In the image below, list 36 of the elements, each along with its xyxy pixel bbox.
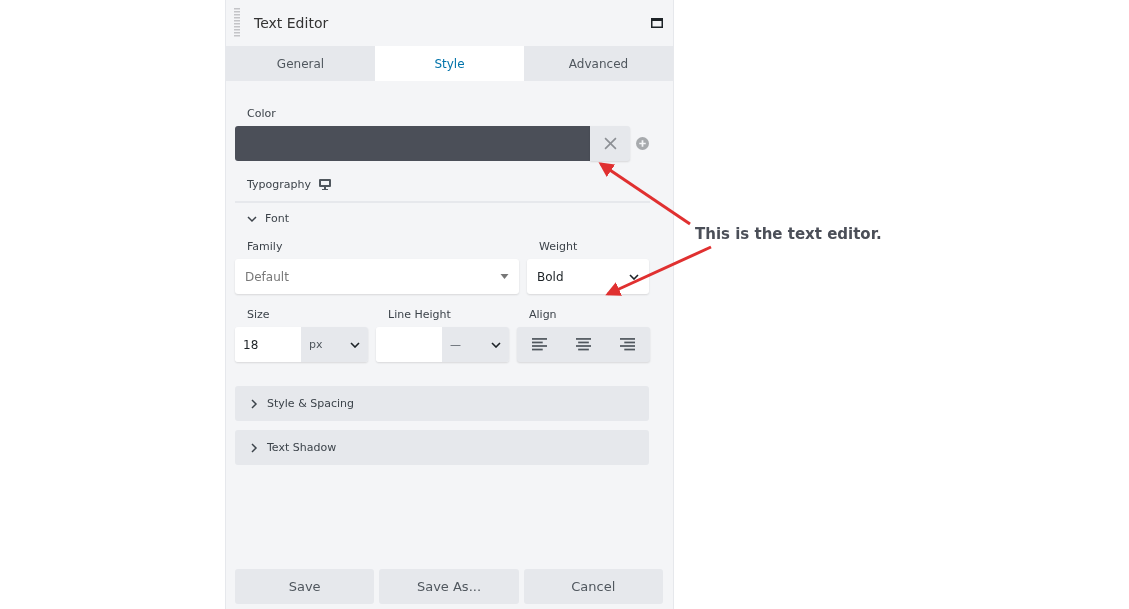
accordion-header[interactable]: Text Shadow (235, 430, 649, 465)
unit-select[interactable]: — (442, 327, 509, 362)
annotation-text: This is the text editor. (695, 225, 882, 243)
footer-button[interactable]: Cancel (523, 569, 663, 604)
footer-button[interactable]: Save As... (379, 569, 519, 604)
unit-select[interactable]: px (301, 327, 368, 362)
weight-select[interactable]: Bold (527, 259, 649, 294)
desktop-icon[interactable] (318, 179, 331, 190)
caret-icon (491, 341, 501, 348)
tab[interactable]: General (226, 46, 375, 81)
panel-title: Text Editor (254, 15, 330, 31)
window-icon[interactable] (651, 18, 663, 28)
footer-button[interactable]: Save (235, 569, 375, 604)
align-left-icon (531, 338, 547, 351)
accordion-header[interactable]: Style & Spacing (235, 386, 649, 421)
font-toggle[interactable]: Font (235, 203, 301, 234)
caret-icon (629, 273, 639, 280)
align-right-icon (620, 338, 636, 351)
field-label: Family (246, 240, 284, 253)
line-height-input[interactable] (376, 327, 442, 362)
family-select[interactable]: Default (235, 259, 519, 294)
size-input[interactable]: 18 (235, 327, 301, 362)
tab[interactable]: Style (375, 46, 524, 81)
field-label: Line Height (387, 308, 452, 321)
caret-icon (350, 341, 360, 348)
field-label: Color (246, 107, 277, 120)
field-label: Size (246, 308, 271, 321)
tab[interactable]: Advanced (524, 46, 673, 81)
close-icon (603, 137, 617, 150)
drag-handle-icon[interactable] (234, 8, 240, 38)
field-label: Align (528, 308, 558, 321)
dropdown-triangle-icon (500, 274, 509, 279)
section-label: Typography (246, 178, 311, 191)
color-swatch[interactable] (235, 126, 590, 161)
align-center-icon (576, 338, 591, 351)
field-label: Weight (538, 240, 579, 253)
